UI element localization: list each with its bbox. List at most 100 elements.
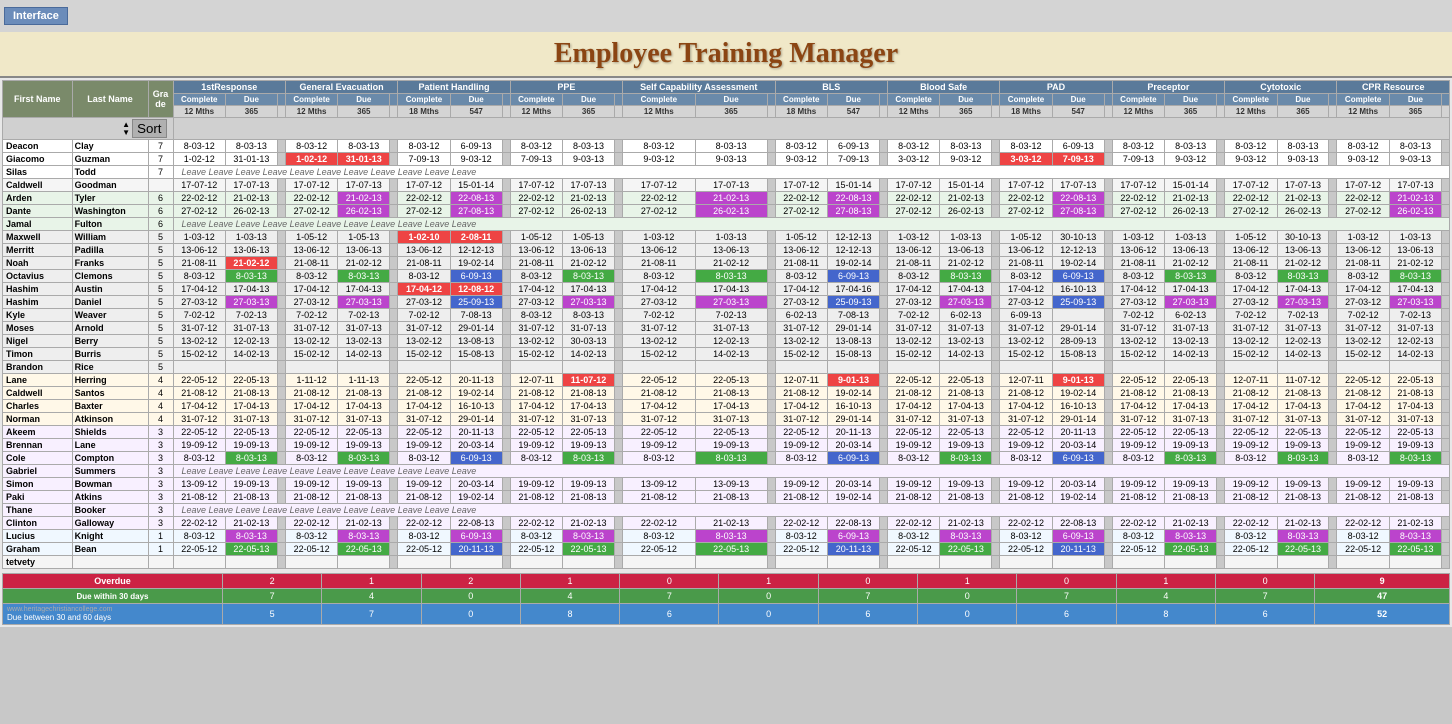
due-cell: 17-07-13 [695, 179, 767, 192]
first-name-cell: Lucius [3, 530, 73, 543]
grade-cell: 5 [148, 335, 173, 348]
table-row: MosesArnold531-07-1231-07-1331-07-1231-0… [3, 322, 1450, 335]
complete-cell: 19-09-12 [1000, 478, 1052, 491]
overdue-val-3: 2 [421, 574, 520, 589]
complete-cell: 22-05-12 [1112, 426, 1164, 439]
spacer-cell [879, 179, 887, 192]
col-grade: Grade [148, 81, 173, 118]
complete-cell: 27-03-12 [1337, 296, 1389, 309]
overdue-val-8: 1 [918, 574, 1017, 589]
complete-cell: 22-05-12 [775, 543, 827, 556]
down-arrow[interactable]: ▼ [122, 129, 130, 137]
due-cell: 7-02-13 [1277, 309, 1329, 322]
spacer-cell [277, 270, 285, 283]
complete-cell: 12-07-11 [1000, 374, 1052, 387]
first-name-cell: Maxwell [3, 231, 73, 244]
due-cell: 17-04-13 [1165, 400, 1217, 413]
due-cell: 14-02-13 [1389, 348, 1441, 361]
spacer-cell [1217, 491, 1225, 504]
empty-cell [695, 361, 767, 374]
complete-cell: 22-05-12 [1225, 426, 1277, 439]
complete-cell: 27-03-12 [285, 296, 337, 309]
p-9b: 365 [1165, 106, 1217, 118]
spacer-cell [390, 296, 398, 309]
empty-cell [225, 361, 277, 374]
complete-cell: 17-04-12 [1112, 283, 1164, 296]
complete-cell: 31-07-12 [1337, 413, 1389, 426]
due-cell: 21-02-12 [225, 257, 277, 270]
due-cell: 21-08-13 [563, 491, 615, 504]
complete-cell: 19-09-12 [1225, 439, 1277, 452]
due-cell: 29-01-14 [828, 413, 880, 426]
spacer-cell [992, 205, 1000, 218]
h-complete-5: Complete [623, 94, 696, 106]
complete-cell: 22-05-12 [887, 426, 939, 439]
due-cell: 13-06-13 [338, 244, 390, 257]
due-cell: 1-03-13 [1165, 231, 1217, 244]
due-cell: 21-02-12 [1165, 257, 1217, 270]
spacer-cell [390, 374, 398, 387]
complete-cell: 17-04-12 [285, 283, 337, 296]
complete-cell: 31-07-12 [398, 322, 450, 335]
complete-cell: 12-07-11 [510, 374, 562, 387]
last-name-cell: Arnold [72, 322, 148, 335]
due60-val-7: 6 [818, 604, 917, 625]
grade-cell: 5 [148, 309, 173, 322]
due-cell: 14-02-13 [1165, 348, 1217, 361]
spacer-cell [1329, 309, 1337, 322]
spacer-cell [767, 543, 775, 556]
due-cell: 19-02-14 [450, 257, 502, 270]
p-7a: 12 Mths [887, 106, 939, 118]
spacer-cell [1104, 270, 1112, 283]
spacer-cell [1217, 517, 1225, 530]
due-cell: 8-03-13 [695, 452, 767, 465]
complete-cell: 21-08-12 [887, 387, 939, 400]
due-cell: 12-08-12 [450, 283, 502, 296]
empty-cell [285, 556, 337, 569]
spacer-cell [1329, 179, 1337, 192]
due-cell: 17-04-13 [695, 283, 767, 296]
due30-label: Due within 30 days [3, 589, 223, 604]
due-cell: 14-02-13 [940, 348, 992, 361]
complete-cell: 1-05-12 [285, 231, 337, 244]
spacer-cell [879, 231, 887, 244]
complete-cell: 21-08-12 [398, 387, 450, 400]
last-name-cell: Todd [72, 166, 148, 179]
spacer-cell [502, 426, 510, 439]
complete-cell: 21-08-12 [1112, 387, 1164, 400]
complete-cell: 8-03-12 [1225, 270, 1277, 283]
spacer-cell [1104, 283, 1112, 296]
leave-cell: Leave Leave Leave Leave Leave Leave Leav… [173, 166, 1449, 179]
due-cell: 20-11-13 [1052, 426, 1104, 439]
due-cell: 21-02-13 [1389, 192, 1441, 205]
empty-cell [775, 361, 827, 374]
complete-cell: 8-03-12 [510, 309, 562, 322]
due-cell: 21-02-12 [940, 257, 992, 270]
due-cell: 22-05-13 [1389, 543, 1441, 556]
grade-cell: 3 [148, 491, 173, 504]
spacer-cell [1329, 374, 1337, 387]
spacer-cell [1217, 439, 1225, 452]
spacer-cell [277, 231, 285, 244]
due-cell: 17-04-13 [338, 283, 390, 296]
spacer-cell [1104, 491, 1112, 504]
spacer-cell [1217, 413, 1225, 426]
spacer-cell [879, 491, 887, 504]
spacer-cell [1104, 192, 1112, 205]
due-cell: 12-12-13 [828, 244, 880, 257]
grade-cell: 5 [148, 361, 173, 374]
due-cell: 21-02-13 [940, 192, 992, 205]
table-row: SilasTodd7Leave Leave Leave Leave Leave … [3, 166, 1450, 179]
complete-cell: 8-03-12 [510, 530, 562, 543]
complete-cell: 21-08-11 [623, 257, 696, 270]
due30-val-9: 7 [1017, 589, 1116, 604]
empty-cell [1112, 556, 1164, 569]
complete-cell: 17-04-12 [173, 283, 225, 296]
sort-button[interactable]: Sort [132, 119, 166, 138]
spacer-cell [1442, 296, 1450, 309]
due-cell: 20-11-13 [828, 426, 880, 439]
interface-button[interactable]: Interface [4, 7, 68, 25]
spacer-cell [390, 439, 398, 452]
table-row: HashimDaniel527-03-1227-03-1327-03-1227-… [3, 296, 1450, 309]
complete-cell: 22-02-12 [510, 192, 562, 205]
